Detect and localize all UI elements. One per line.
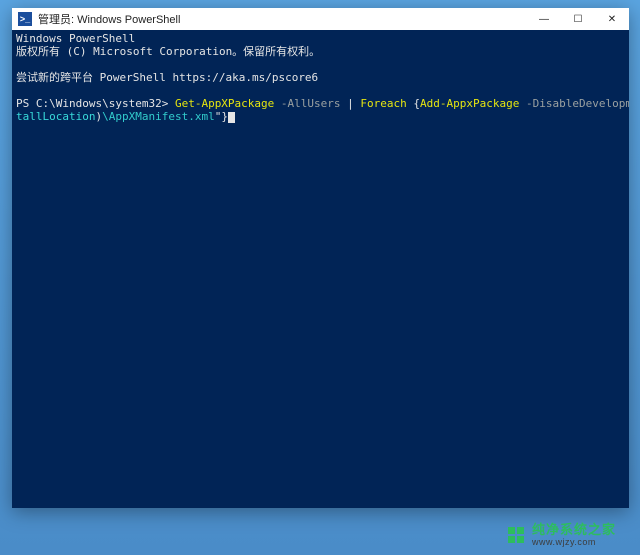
cmd-addappx: Add-AppxPackage	[420, 97, 519, 110]
watermark: 纯净系统之家 www.wjzy.com	[508, 523, 616, 549]
watermark-logo-icon	[508, 527, 526, 545]
cmd-pipe: |	[341, 97, 354, 110]
cmd-getappx: Get-AppXPackage	[175, 97, 274, 110]
terminal-cursor	[228, 112, 235, 123]
desktop: >_ 管理员: Windows PowerShell — ☐ ✕ Windows…	[0, 0, 640, 555]
powershell-window: >_ 管理员: Windows PowerShell — ☐ ✕ Windows…	[12, 8, 629, 508]
titlebar[interactable]: >_ 管理员: Windows PowerShell — ☐ ✕	[12, 8, 629, 31]
cmd-var2: tallLocation	[16, 110, 95, 123]
cmd-foreach: Foreach	[354, 97, 407, 110]
cmd-flags: -DisableDevelopmentMode -Register	[519, 97, 629, 110]
cmd-brace-close: "}	[215, 110, 228, 123]
terminal-body[interactable]: Windows PowerShell 版权所有 (C) Microsoft Co…	[12, 30, 629, 508]
powershell-icon: >_	[18, 12, 32, 26]
tip-url: https://aka.ms/pscore6	[172, 71, 318, 84]
banner-line1: Windows PowerShell	[16, 32, 135, 45]
watermark-main: 纯净系统之家	[532, 523, 616, 536]
minimize-button[interactable]: —	[527, 8, 561, 30]
watermark-text: 纯净系统之家 www.wjzy.com	[532, 523, 616, 549]
cmd-brace-open: {	[407, 97, 420, 110]
tip-prefix: 尝试新的跨平台 PowerShell	[16, 71, 172, 84]
prompt: PS C:\Windows\system32>	[16, 97, 175, 110]
window-title: 管理员: Windows PowerShell	[38, 11, 527, 27]
banner-line2: 版权所有 (C) Microsoft Corporation。保留所有权利。	[16, 45, 320, 58]
close-button[interactable]: ✕	[595, 8, 629, 30]
maximize-button[interactable]: ☐	[561, 8, 595, 30]
window-controls: — ☐ ✕	[527, 8, 629, 30]
cmd-allusers: -AllUsers	[274, 97, 340, 110]
watermark-sub: www.wjzy.com	[532, 536, 616, 549]
cmd-manifest-path: \AppXManifest.xml	[102, 110, 215, 123]
